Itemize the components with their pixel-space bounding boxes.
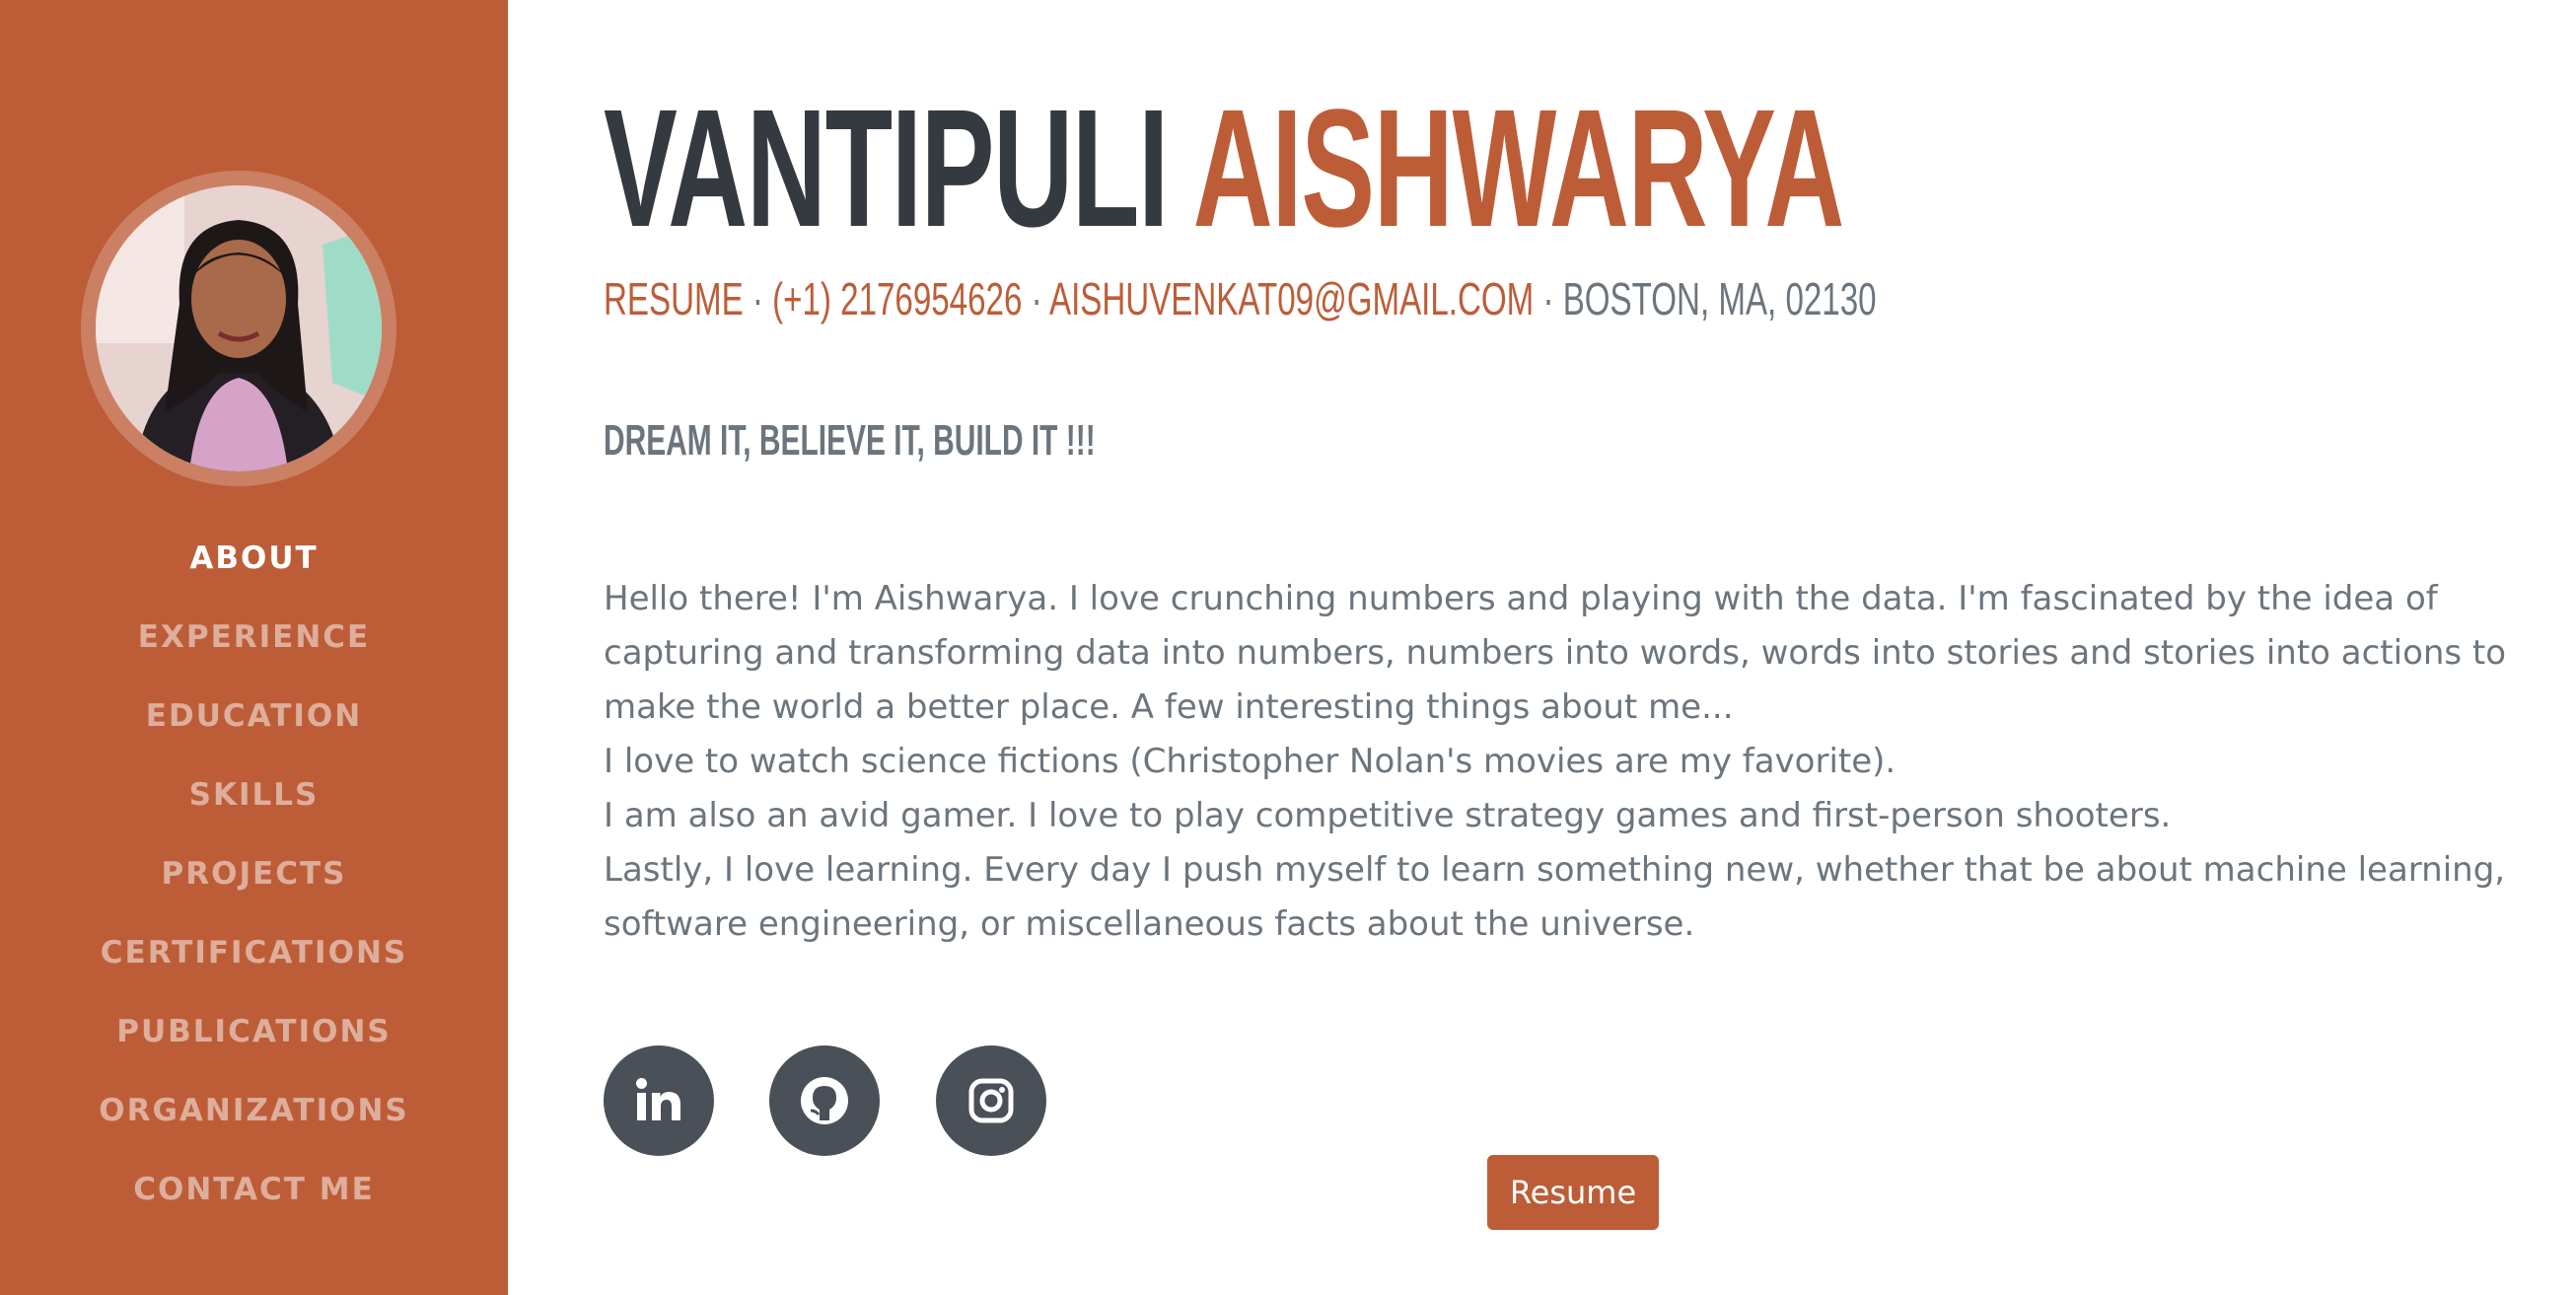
separator: · [1022,273,1049,324]
nav-item-projects[interactable]: PROJECTS [0,848,508,927]
linkedin-icon [636,1078,680,1120]
sidebar: ABOUT EXPERIENCE EDUCATION SKILLS PROJEC… [0,0,508,1295]
avatar [96,185,382,471]
resume-link[interactable]: RESUME [604,273,744,324]
nav-item-organizations[interactable]: ORGANIZATIONS [0,1085,508,1164]
nav-item-education[interactable]: EDUCATION [0,690,508,769]
instagram-icon [968,1078,1014,1123]
tagline: DREAM IT, BELIEVE IT, BUILD IT !!! [604,416,1096,465]
nav-item-certifications[interactable]: CERTIFICATIONS [0,927,508,1006]
separator: · [1534,273,1563,324]
nav-item-experience[interactable]: EXPERIENCE [0,612,508,690]
page-title: VANTIPULI AISHWARYA [604,85,1844,252]
last-name: AISHWARYA [1192,75,1845,262]
sidebar-nav: ABOUT EXPERIENCE EDUCATION SKILLS PROJEC… [0,533,508,1243]
avatar-photo [96,185,382,471]
instagram-button[interactable] [936,1045,1046,1156]
nav-item-publications[interactable]: PUBLICATIONS [0,1006,508,1085]
separator: · [743,273,773,324]
first-name: VANTIPULI [604,75,1169,262]
nav-item-skills[interactable]: SKILLS [0,769,508,848]
avatar-ring [81,171,396,486]
nav-item-about[interactable]: ABOUT [0,533,508,612]
phone-number: (+1) 2176954626 [772,273,1023,324]
intro-paragraph: I am also an avid gamer. I love to play … [604,796,2172,835]
intro-paragraph: Lastly, I love learning. Every day I pus… [604,850,2506,944]
github-icon [801,1077,848,1124]
resume-button[interactable]: Resume [1487,1155,1659,1230]
intro-paragraph: I love to watch science fictions (Christ… [604,742,1896,781]
contact-line: RESUME · (+1) 2176954626 · AISHUVENKAT09… [604,274,1877,324]
location: BOSTON, MA, 02130 [1562,273,1877,324]
nav-item-contact-me[interactable]: CONTACT ME [0,1164,508,1243]
intro-paragraph: Hello there! I'm Aishwarya. I love crunc… [604,579,2507,727]
email-link[interactable]: AISHUVENKAT09@GMAIL.COM [1049,273,1534,324]
intro-text: Hello there! I'm Aishwarya. I love crunc… [604,572,2537,952]
github-button[interactable] [769,1045,880,1156]
linkedin-button[interactable] [604,1045,714,1156]
